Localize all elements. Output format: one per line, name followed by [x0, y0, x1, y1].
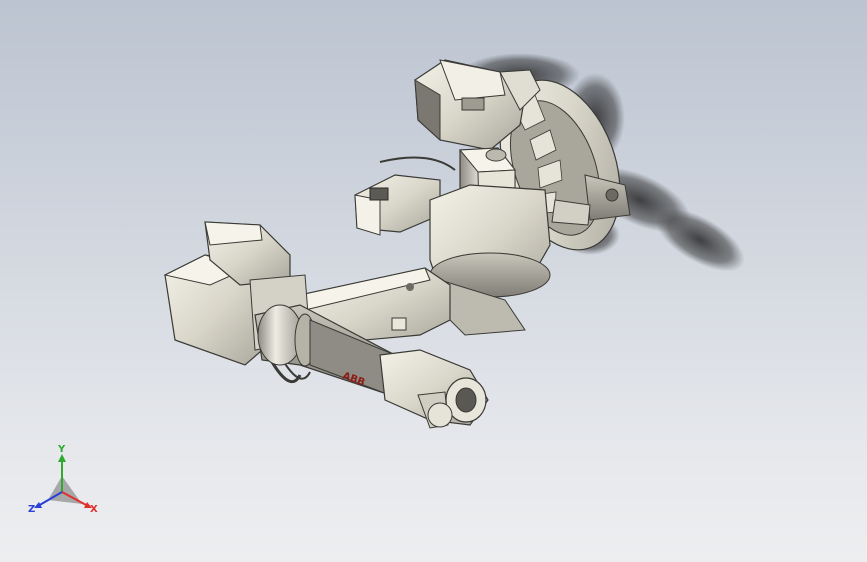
cad-graphics-viewport[interactable]: ABB Y X Z [0, 0, 867, 562]
coordinate-triad[interactable]: Y X Z [26, 444, 106, 524]
x-axis-label: X [90, 504, 98, 515]
y-axis-label: Y [58, 444, 66, 455]
z-axis-label: Z [28, 504, 36, 515]
robot-model-render[interactable]: ABB [0, 0, 867, 562]
end-effector[interactable] [379, 349, 489, 429]
